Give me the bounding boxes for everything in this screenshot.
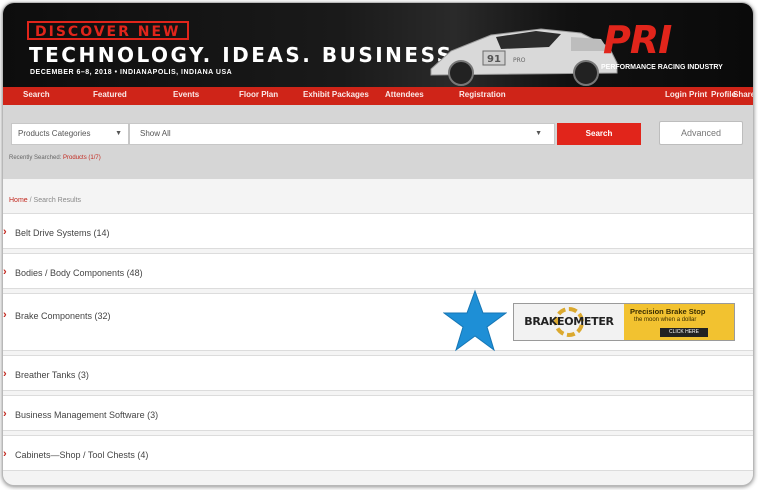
chevron-right-icon: › [3, 226, 7, 238]
search-panel: Products Categories ▼ Show All ▼ Search … [3, 105, 753, 179]
nav-item-events[interactable]: Events [173, 90, 199, 99]
car-plate: PRO [513, 57, 526, 64]
nav-item-featured[interactable]: Featured [93, 90, 127, 99]
category-label: Brake Components (32) [15, 311, 111, 321]
keyword-select-value: Show All [140, 129, 171, 138]
browser-frame: DISCOVER NEW TECHNOLOGY. IDEAS. BUSINESS… [2, 2, 754, 486]
star-icon [443, 289, 507, 352]
breadcrumb-home[interactable]: Home [9, 197, 28, 204]
ad-subline: the moon when a dollar [634, 317, 697, 323]
category-label: Cabinets—Shop / Tool Chests (4) [15, 450, 149, 460]
brakeometer-ad[interactable]: BRAKEOMETER Precision Brake Stop the moo… [513, 303, 735, 341]
search-button[interactable]: Search [557, 123, 641, 145]
category-row[interactable]: › Breather Tanks (3) [3, 355, 753, 391]
category-select[interactable]: Products Categories ▼ [11, 123, 129, 145]
nav-item-attendees[interactable]: Attendees [385, 90, 424, 99]
chevron-right-icon: › [3, 448, 7, 460]
banner-headline: TECHNOLOGY. IDEAS. BUSINESS. [29, 43, 464, 67]
results-area: Home / Search Results › Belt Drive Syste… [3, 179, 753, 485]
category-row[interactable]: › Cabinets—Shop / Tool Chests (4) [3, 435, 753, 471]
category-label: Bodies / Body Components (48) [15, 268, 143, 278]
race-car-image: 91 PRO [430, 28, 618, 86]
recent-searches: Recently Searched: Products (1/7) [9, 155, 101, 161]
car-number: 91 [487, 54, 501, 65]
main-nav: Search Featured Events Floor Plan Exhibi… [3, 87, 753, 105]
ad-pitch: Precision Brake Stop the moon when a dol… [624, 304, 734, 340]
discover-new-badge: DISCOVER NEW [27, 21, 189, 40]
breadcrumb: Home / Search Results [9, 197, 81, 204]
event-details: DECEMBER 6–8, 2018 • INDIANAPOLIS, INDIA… [30, 69, 233, 76]
category-label: Belt Drive Systems (14) [15, 228, 110, 238]
chevron-down-icon: ▼ [115, 130, 122, 137]
category-label: Business Management Software (3) [15, 410, 159, 420]
pri-logo: PRI [603, 18, 672, 62]
recent-search-link[interactable]: Products (1/7) [63, 155, 101, 161]
nav-item-login[interactable]: Login [665, 90, 687, 99]
chevron-right-icon: › [3, 266, 7, 278]
nav-item-registration[interactable]: Registration [459, 90, 506, 99]
ad-cta-button[interactable]: CLICK HERE [660, 328, 708, 337]
chevron-down-icon: ▼ [535, 130, 542, 137]
chevron-right-icon: › [3, 368, 7, 380]
chevron-right-icon: › [3, 408, 7, 420]
header-banner[interactable]: DISCOVER NEW TECHNOLOGY. IDEAS. BUSINESS… [3, 3, 753, 87]
nav-item-share[interactable]: Share [733, 90, 753, 99]
category-row[interactable]: › Belt Drive Systems (14) [3, 213, 753, 249]
breadcrumb-current: Search Results [33, 197, 82, 204]
nav-item-search[interactable]: Search [23, 90, 50, 99]
nav-item-exhibit-packages[interactable]: Exhibit Packages [303, 90, 369, 99]
chevron-right-icon: › [3, 309, 7, 321]
pri-tagline: PERFORMANCE RACING INDUSTRY [601, 64, 723, 71]
advanced-search-button[interactable]: Advanced [659, 121, 743, 145]
recent-searches-label: Recently Searched: [9, 155, 62, 161]
ad-brand: BRAKEOMETER [514, 304, 624, 340]
nav-item-print[interactable]: Print [689, 90, 707, 99]
category-row[interactable]: › Bodies / Body Components (48) [3, 253, 753, 289]
keyword-select[interactable]: Show All ▼ [129, 123, 555, 145]
ad-brand-text: BRAKEOMETER [524, 315, 614, 328]
category-label: Breather Tanks (3) [15, 370, 89, 380]
ad-headline: Precision Brake Stop [630, 307, 706, 316]
nav-item-floor-plan[interactable]: Floor Plan [239, 90, 278, 99]
category-select-value: Products Categories [18, 129, 91, 138]
category-row[interactable]: › Business Management Software (3) [3, 395, 753, 431]
breadcrumb-separator: / [29, 197, 32, 204]
